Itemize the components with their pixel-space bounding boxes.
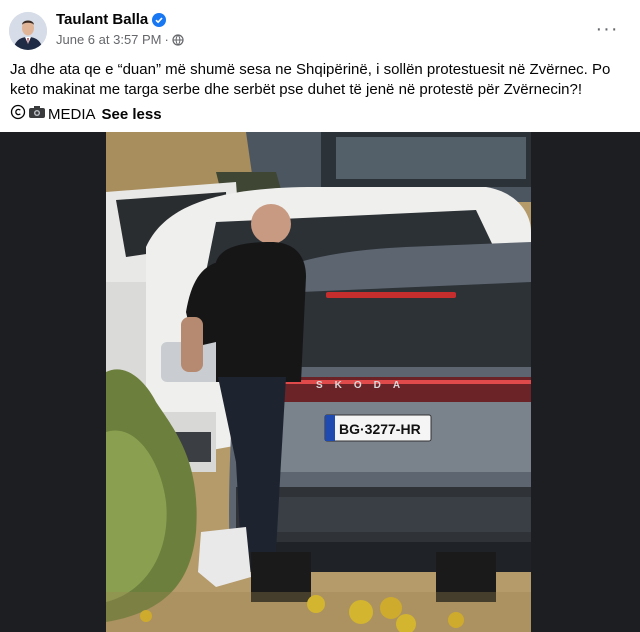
verified-badge-icon [152, 12, 167, 27]
see-less-link[interactable]: See less [102, 106, 162, 123]
meta-separator: · [164, 32, 169, 47]
credit-label: MEDIA [48, 105, 96, 123]
post-credit: MEDIA See less [10, 104, 162, 124]
globe-icon[interactable] [172, 33, 184, 46]
post-meta: June 6 at 3:57 PM · [56, 32, 184, 47]
facebook-post: Taulant Balla June 6 at 3:57 PM · ··· Ja… [0, 0, 640, 632]
post-text: Ja dhe ata qe e “duan” më shumë sesa ne … [10, 61, 611, 98]
author-avatar[interactable] [9, 12, 47, 50]
more-options-button[interactable]: ··· [594, 16, 620, 42]
post-media: SKODA BG·3277-HR [0, 132, 640, 632]
post-date[interactable]: June 6 at 3:57 PM [56, 32, 162, 47]
car-brand-text: SKODA [316, 380, 412, 391]
copyright-icon [10, 104, 26, 124]
post-header: Taulant Balla June 6 at 3:57 PM · ··· [0, 0, 640, 58]
license-plate-text: BG·3277-HR [339, 421, 421, 437]
post-photo[interactable]: SKODA BG·3277-HR [106, 132, 531, 632]
author-name-row: Taulant Balla [56, 11, 167, 28]
author-name[interactable]: Taulant Balla [56, 11, 148, 28]
camera-icon [28, 104, 46, 124]
